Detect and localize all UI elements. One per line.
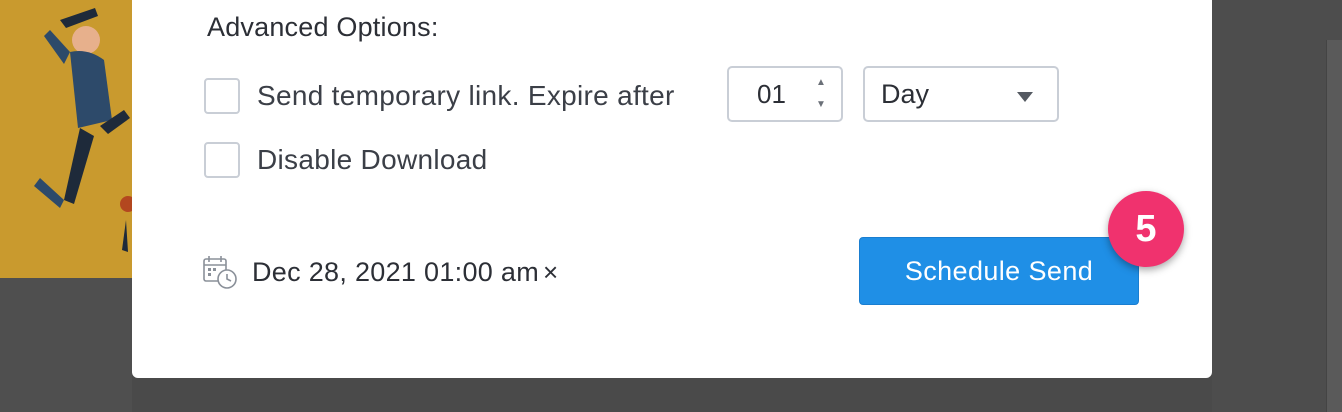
step-number-badge: 5 bbox=[1108, 191, 1184, 267]
schedule-datetime: Dec 28, 2021 01:00 am bbox=[252, 256, 539, 287]
disable-download-checkbox[interactable] bbox=[204, 142, 240, 178]
expire-unit-select[interactable]: Day bbox=[863, 66, 1059, 122]
temporary-link-label: Send temporary link. Expire after bbox=[257, 80, 675, 111]
advanced-options-title: Advanced Options: bbox=[207, 12, 439, 42]
expire-amount-value: 01 bbox=[757, 78, 786, 109]
temporary-link-checkbox[interactable] bbox=[204, 78, 240, 114]
person-with-telescope-illustration bbox=[0, 0, 132, 278]
stepper-up-icon[interactable]: ▲ bbox=[816, 78, 826, 88]
scheduled-time: Dec 28, 2021 01:00 am × bbox=[202, 252, 558, 292]
expire-unit-value: Day bbox=[881, 78, 930, 109]
expire-amount-stepper[interactable]: ▲ ▼ bbox=[815, 78, 827, 110]
background-page-right bbox=[1212, 0, 1342, 412]
calendar-clock-icon bbox=[203, 256, 237, 289]
background-illustration bbox=[0, 0, 132, 278]
background-page bbox=[0, 278, 132, 412]
stepper-down-icon[interactable]: ▼ bbox=[816, 100, 826, 110]
schedule-send-button[interactable]: Schedule Send bbox=[859, 237, 1139, 305]
clear-schedule-icon[interactable]: × bbox=[543, 259, 558, 285]
disable-download-label: Disable Download bbox=[257, 144, 488, 175]
disable-download-option: Disable Download bbox=[204, 138, 487, 182]
share-modal: Advanced Options: Send temporary link. E… bbox=[132, 0, 1212, 378]
temporary-link-option: Send temporary link. Expire after bbox=[204, 74, 675, 118]
page-scrollbar[interactable] bbox=[1326, 40, 1342, 412]
expire-amount-input[interactable]: 01 ▲ ▼ bbox=[727, 66, 843, 122]
chevron-down-icon bbox=[1017, 92, 1033, 102]
